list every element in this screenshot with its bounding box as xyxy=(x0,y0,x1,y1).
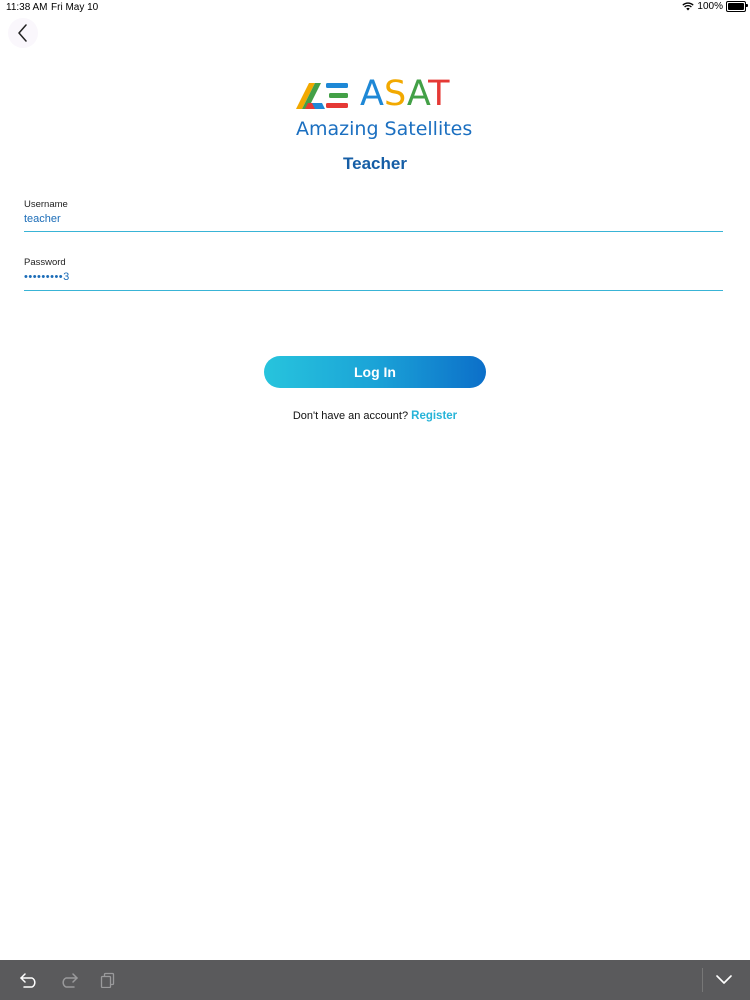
password-underline xyxy=(24,290,723,291)
status-time: 11:38 AM xyxy=(6,2,48,13)
logo-letter: S xyxy=(383,74,407,114)
logo-letter: A xyxy=(406,74,429,114)
logo-tagline: Amazing Satellites xyxy=(296,118,473,140)
username-underline xyxy=(24,231,723,232)
logo-wordmark: ASAT xyxy=(360,74,449,114)
login-button[interactable]: Log In xyxy=(264,356,486,388)
register-row: Don't have an account? Register xyxy=(0,410,750,422)
chevron-down-icon[interactable] xyxy=(716,975,732,985)
username-field[interactable]: teacher xyxy=(24,213,61,225)
status-right: 100% xyxy=(682,1,748,12)
redo-icon[interactable] xyxy=(60,972,78,988)
back-button[interactable] xyxy=(8,18,38,48)
login-screen: 11:38 AM Fri May 10 100% ASAT Amazing Sa… xyxy=(0,0,750,1000)
battery-percent: 100% xyxy=(697,1,723,12)
username-label: Username xyxy=(24,199,68,210)
password-field[interactable]: •••••••••3 xyxy=(24,271,70,283)
status-bar: 11:38 AM Fri May 10 100% xyxy=(0,0,750,16)
bottom-toolbar xyxy=(0,960,750,1000)
status-date: Fri May 10 xyxy=(51,2,99,13)
battery-icon xyxy=(726,1,748,12)
wifi-icon xyxy=(682,2,695,11)
clipboard-icon[interactable] xyxy=(100,972,116,988)
logo-letter: T xyxy=(428,74,450,114)
register-prompt: Don't have an account? xyxy=(292,410,409,422)
asat-logo: ASAT Amazing Satellites xyxy=(296,74,473,142)
password-label: Password xyxy=(24,257,66,268)
chevron-left-icon xyxy=(18,24,27,42)
logo-letter: A xyxy=(360,74,384,114)
logo-mark-icon xyxy=(296,83,348,109)
page-title: Teacher xyxy=(343,154,407,173)
register-link[interactable]: Register xyxy=(411,410,457,422)
undo-icon[interactable] xyxy=(20,972,38,988)
toolbar-divider xyxy=(702,968,703,992)
